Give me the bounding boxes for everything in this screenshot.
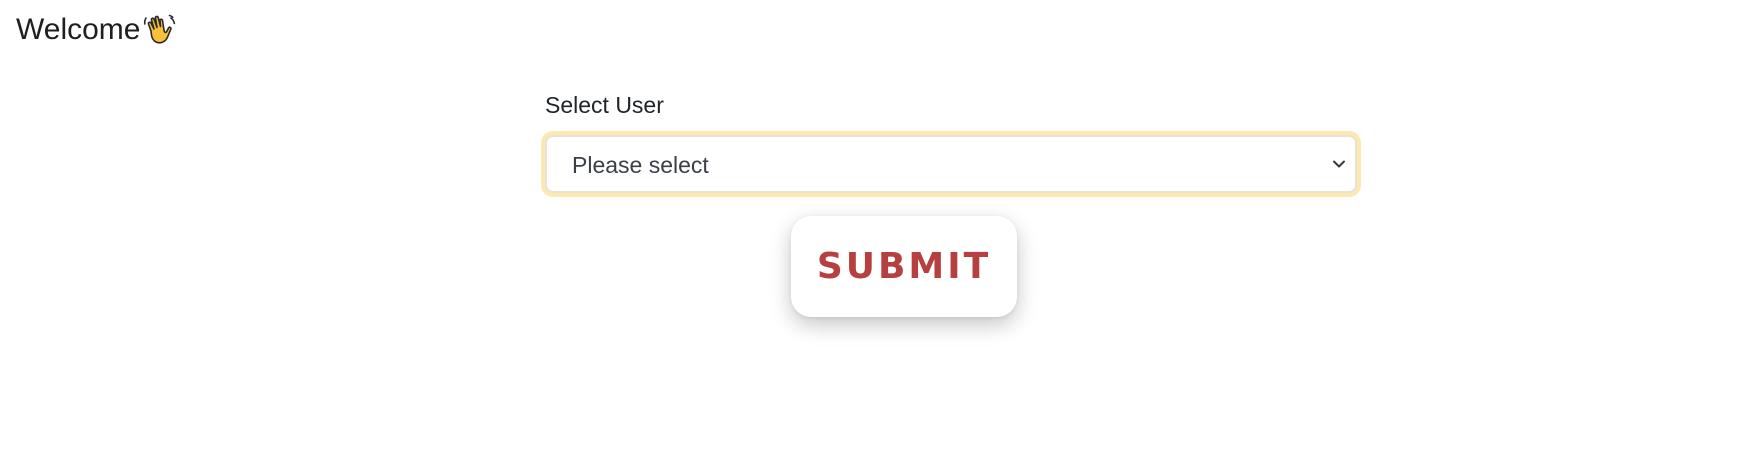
welcome-heading: Welcome [16,12,178,48]
user-select-value: Please select [572,152,709,178]
select-user-label: Select User [545,92,664,118]
page: Welcome Select User Please select SUBMIT [0,0,1748,450]
user-select-form: Select User Please select [545,88,1361,193]
waving-hand-icon [142,12,178,48]
welcome-text: Welcome [16,13,141,46]
user-select[interactable]: Please select [545,135,1357,193]
chevron-down-icon [1331,156,1347,172]
submit-button[interactable]: SUBMIT [791,216,1017,317]
